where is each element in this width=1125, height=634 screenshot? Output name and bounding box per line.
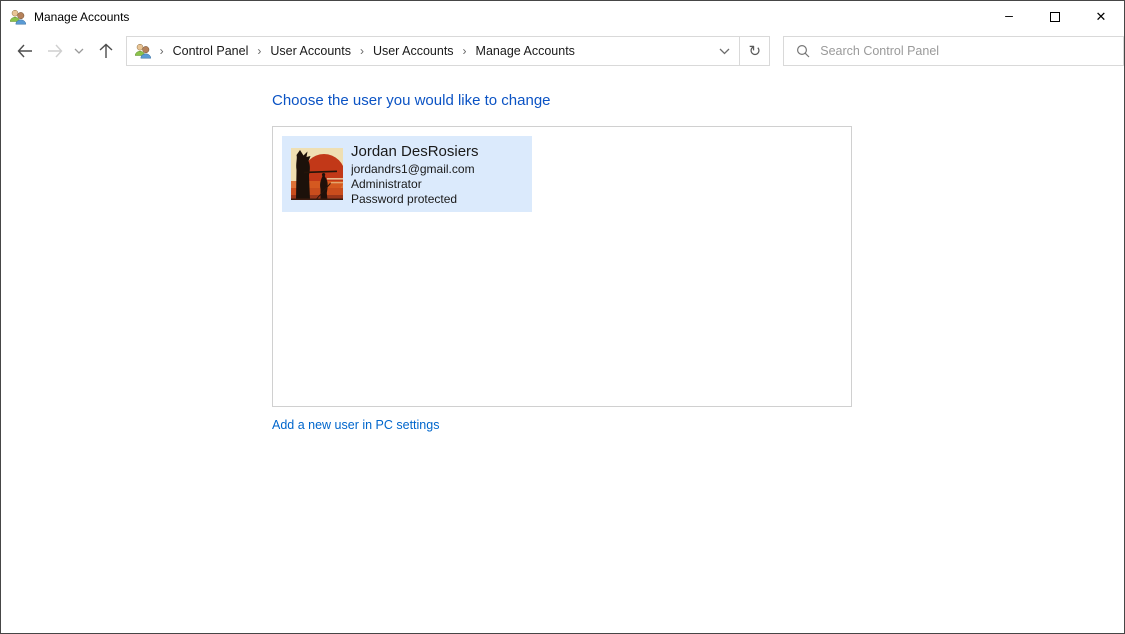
breadcrumb: › Control Panel › User Accounts › User A…: [152, 42, 576, 60]
minimize-button[interactable]: –: [986, 1, 1032, 33]
breadcrumb-separator: ›: [359, 44, 364, 58]
maximize-button[interactable]: [1032, 1, 1078, 33]
breadcrumb-item-manage-accounts[interactable]: Manage Accounts: [475, 42, 576, 60]
navigation-bar: › Control Panel › User Accounts › User A…: [1, 33, 1124, 69]
breadcrumb-separator: ›: [462, 44, 467, 58]
refresh-button[interactable]: ↻: [739, 36, 771, 66]
user-info: Jordan DesRosiers jordandrs1@gmail.com A…: [351, 142, 479, 207]
main-content: Choose the user you would like to change: [272, 91, 872, 434]
window-title: Manage Accounts: [34, 10, 130, 24]
search-box[interactable]: [783, 36, 1124, 66]
forward-button[interactable]: [41, 36, 69, 66]
user-list: Jordan DesRosiers jordandrs1@gmail.com A…: [272, 126, 852, 407]
chevron-down-icon: [74, 48, 84, 54]
recent-locations-button[interactable]: [70, 36, 88, 66]
breadcrumb-separator: ›: [159, 44, 164, 58]
up-arrow-icon: [99, 43, 113, 58]
forward-arrow-icon: [47, 44, 63, 58]
user-name: Jordan DesRosiers: [351, 142, 479, 160]
address-bar[interactable]: › Control Panel › User Accounts › User A…: [125, 36, 741, 66]
manage-accounts-window: Manage Accounts – ✕ › Control Panel › Us…: [0, 0, 1125, 634]
breadcrumb-separator: ›: [257, 44, 262, 58]
breadcrumb-item-user-accounts[interactable]: User Accounts: [269, 42, 352, 60]
user-email: jordandrs1@gmail.com: [351, 161, 475, 176]
page-title: Choose the user you would like to change: [272, 92, 551, 109]
back-arrow-icon: [17, 44, 32, 58]
user-avatar: [291, 148, 343, 200]
user-accounts-icon: [9, 9, 27, 25]
breadcrumb-item-user-accounts-2[interactable]: User Accounts: [372, 42, 455, 60]
add-new-user-link[interactable]: Add a new user in PC settings: [272, 418, 439, 432]
up-button[interactable]: [92, 36, 120, 66]
close-button[interactable]: ✕: [1078, 1, 1124, 33]
user-password-status: Password protected: [351, 191, 458, 206]
back-button[interactable]: [11, 36, 39, 66]
minimize-icon: –: [1005, 7, 1013, 23]
maximize-icon: [1050, 12, 1060, 22]
address-dropdown-button[interactable]: [709, 37, 739, 65]
title-bar: Manage Accounts – ✕: [1, 1, 1124, 33]
user-accounts-icon: [134, 43, 152, 59]
breadcrumb-item-control-panel[interactable]: Control Panel: [172, 42, 250, 60]
refresh-icon: ↻: [748, 42, 762, 60]
user-role: Administrator: [351, 176, 422, 191]
search-input[interactable]: [820, 44, 1123, 58]
search-icon: [797, 44, 810, 58]
chevron-down-icon: [719, 48, 730, 54]
close-icon: ✕: [1095, 9, 1107, 24]
user-tile-jordan-desrosiers[interactable]: Jordan DesRosiers jordandrs1@gmail.com A…: [282, 136, 532, 212]
